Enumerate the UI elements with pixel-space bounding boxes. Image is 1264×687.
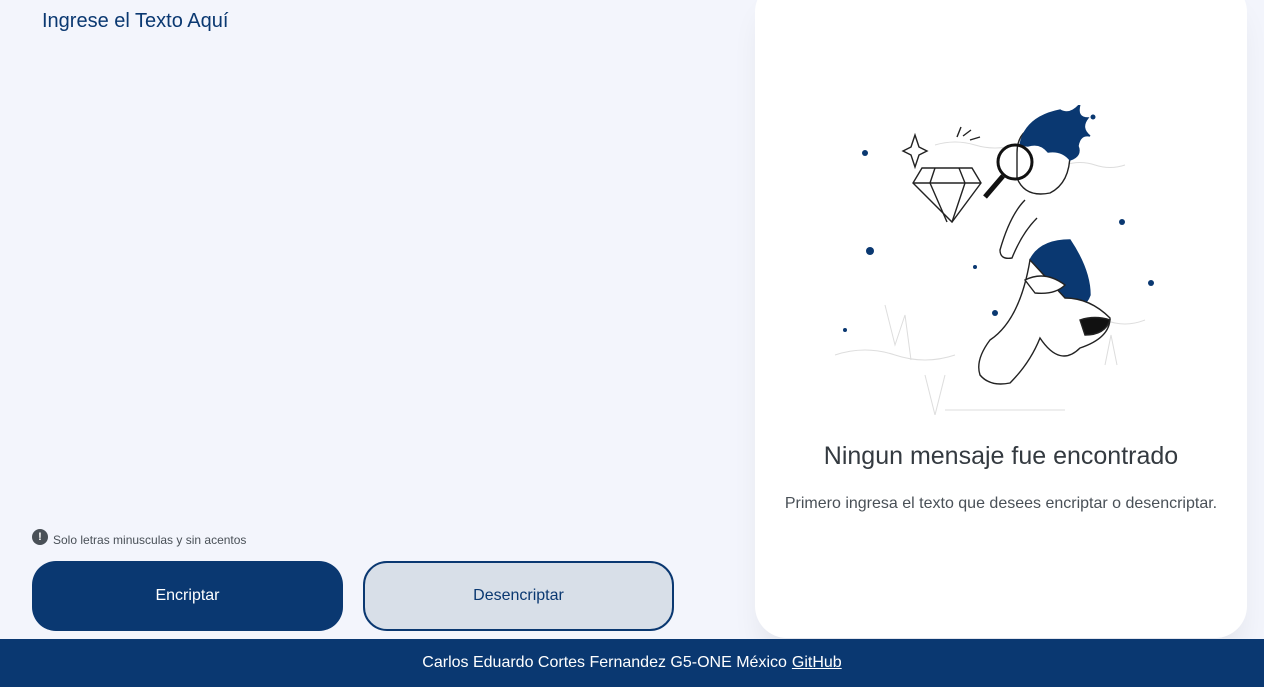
github-link[interactable]: GitHub: [792, 654, 842, 672]
footer: Carlos Eduardo Cortes Fernandez G5-ONE M…: [0, 639, 1264, 687]
person-magnifier-illustration: [834, 105, 1154, 415]
encrypt-button[interactable]: Encriptar: [32, 561, 343, 631]
output-title: Ningun mensaje fue encontrado: [823, 442, 1179, 470]
decrypt-button[interactable]: Desencriptar: [363, 561, 674, 631]
text-input[interactable]: [32, 0, 712, 500]
output-subtitle: Primero ingresa el texto que desees encr…: [784, 495, 1218, 512]
hint-text: Solo letras minusculas y sin acentos: [53, 533, 247, 547]
text-input-area[interactable]: [32, 0, 712, 500]
input-hint: ! Solo letras minusculas y sin acentos: [32, 527, 246, 547]
footer-text: Carlos Eduardo Cortes Fernandez G5-ONE M…: [422, 654, 787, 671]
output-panel: Ningun mensaje fue encontrado Primero in…: [755, 0, 1247, 638]
exclamation-circle-icon: !: [32, 529, 48, 545]
